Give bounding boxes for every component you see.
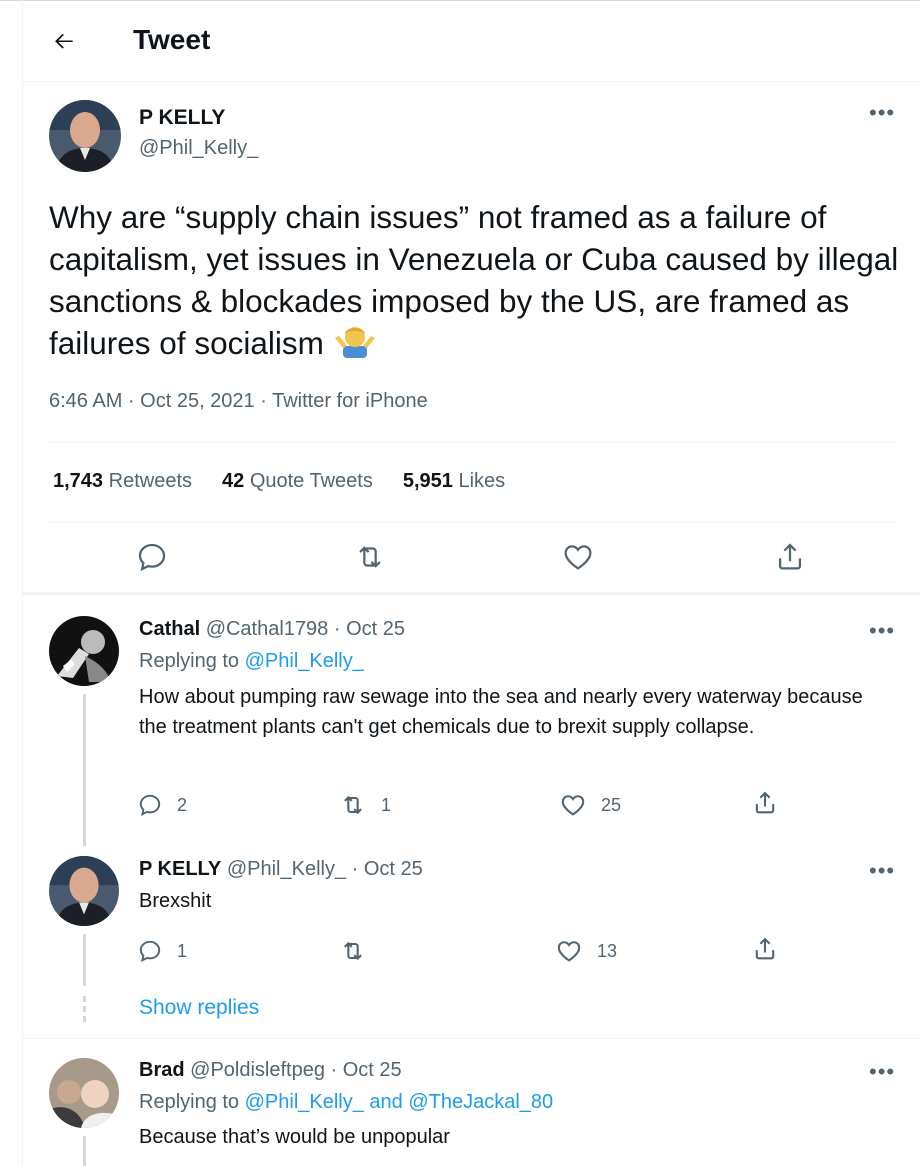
reply-author-name[interactable]: Brad	[139, 1059, 185, 1081]
thread-dash	[83, 1016, 86, 1022]
reply-date[interactable]: · Oct 25	[331, 1059, 402, 1081]
retweet-icon[interactable]	[353, 540, 387, 574]
replying-to-link[interactable]: @Phil_Kelly_	[245, 650, 364, 672]
more-options-icon[interactable]: •••	[869, 620, 895, 642]
reply-text: Brexshit	[139, 890, 212, 912]
reply-avatar-cathal[interactable]	[49, 616, 119, 686]
quote-tweets-stat[interactable]: 42 Quote Tweets	[222, 470, 373, 493]
share-icon[interactable]	[773, 540, 807, 574]
retweet-icon	[344, 795, 362, 815]
author-name[interactable]: P KELLY	[139, 106, 225, 130]
reply-header: Cathal @Cathal1798 · Oct 25	[139, 618, 405, 641]
reply-count: 1	[177, 940, 188, 961]
reply-text: How about pumping raw sewage into the se…	[139, 686, 863, 738]
like-icon	[561, 795, 585, 816]
like-count: 13	[597, 940, 618, 961]
reply-count: 2	[177, 794, 188, 815]
thread-line	[83, 1136, 86, 1166]
divider	[49, 442, 897, 443]
replying-to-prefix: Replying to	[139, 650, 240, 672]
replying-to-prefix: Replying to	[139, 1091, 240, 1113]
retweets-stat[interactable]: 1,743 Retweets	[53, 470, 192, 493]
reply-avatar-pkelly[interactable]	[49, 856, 119, 926]
reply-action-like[interactable]: 25	[559, 790, 621, 820]
reply-icon[interactable]	[135, 540, 169, 574]
tweet-timestamp[interactable]: 6:46 AM · Oct 25, 2021 · Twitter for iPh…	[49, 390, 428, 413]
reply-header: P KELLY @Phil_Kelly_ · Oct 25	[139, 858, 423, 881]
reply-avatar-brad[interactable]	[49, 1058, 119, 1128]
reply-action-reply[interactable]: 2	[137, 790, 187, 820]
share-icon	[755, 791, 775, 814]
like-icon	[557, 941, 581, 962]
tweet-text: Why are “supply chain issues” not framed…	[49, 196, 899, 364]
section-separator	[23, 592, 920, 595]
like-icon[interactable]	[561, 540, 595, 574]
reply-text: Because that’s would be unpopular	[139, 1126, 450, 1148]
man-shrugging-emoji-icon	[333, 324, 377, 358]
tweet-actions	[23, 540, 920, 580]
tweet-text-body: Why are “supply chain issues” not framed…	[49, 199, 899, 361]
author-handle[interactable]: @Phil_Kelly_	[139, 137, 258, 160]
reply-action-like[interactable]: 13	[555, 936, 617, 966]
more-options-icon[interactable]: •••	[869, 860, 895, 882]
quotes-count: 42	[222, 470, 245, 492]
header: Tweet	[23, 0, 920, 82]
divider	[23, 1038, 920, 1039]
tweet-page: Tweet P KELLY @Phil_Kelly_ ••• Why are “…	[22, 0, 920, 1166]
page-title: Tweet	[133, 24, 211, 55]
reply-action-retweet[interactable]	[339, 936, 367, 966]
thread-dash	[83, 996, 86, 1002]
reply-action-share[interactable]	[751, 788, 779, 818]
retweet-icon	[344, 941, 362, 961]
back-arrow-icon[interactable]	[49, 26, 79, 56]
reply-date[interactable]: · Oct 25	[334, 618, 405, 640]
likes-label: Likes	[458, 470, 506, 492]
likes-stat[interactable]: 5,951 Likes	[403, 470, 505, 493]
reply-icon	[139, 794, 161, 816]
replying-to: Replying to @Phil_Kelly_	[139, 650, 364, 673]
reply-icon	[139, 940, 161, 962]
reply-action-retweet[interactable]: 1	[339, 790, 391, 820]
reply-date[interactable]: · Oct 25	[352, 858, 423, 880]
retweets-count: 1,743	[53, 470, 104, 492]
thread-dash	[83, 1006, 86, 1012]
show-replies-link[interactable]: Show replies	[139, 996, 259, 1020]
reply-action-share[interactable]	[751, 934, 779, 964]
more-options-icon[interactable]: •••	[869, 102, 895, 124]
retweet-count: 1	[381, 794, 392, 815]
tweet-stats: 1,743 Retweets 42 Quote Tweets 5,951 Lik…	[53, 470, 505, 493]
reply-action-reply[interactable]: 1	[137, 936, 187, 966]
quotes-label: Quote Tweets	[249, 470, 373, 492]
more-options-icon[interactable]: •••	[869, 1061, 895, 1083]
reply-author-handle[interactable]: @Cathal1798	[206, 618, 329, 640]
replying-to: Replying to @Phil_Kelly_ and @TheJackal_…	[139, 1091, 553, 1114]
like-count: 25	[601, 794, 622, 815]
reply-author-name[interactable]: Cathal	[139, 618, 200, 640]
thread-line	[83, 934, 86, 986]
retweets-label: Retweets	[108, 470, 192, 492]
share-icon	[755, 937, 775, 960]
replying-to-link[interactable]: @Phil_Kelly_ and @TheJackal_80	[245, 1091, 554, 1113]
reply-author-handle[interactable]: @Phil_Kelly_	[227, 858, 346, 880]
divider	[49, 522, 897, 523]
reply-author-name[interactable]: P KELLY	[139, 858, 221, 880]
reply-header: Brad @Poldisleftpeg · Oct 25	[139, 1059, 402, 1082]
reply-author-handle[interactable]: @Poldisleftpeg	[190, 1059, 325, 1081]
likes-count: 5,951	[402, 470, 453, 492]
author-avatar[interactable]	[49, 100, 121, 172]
thread-line	[83, 694, 86, 846]
